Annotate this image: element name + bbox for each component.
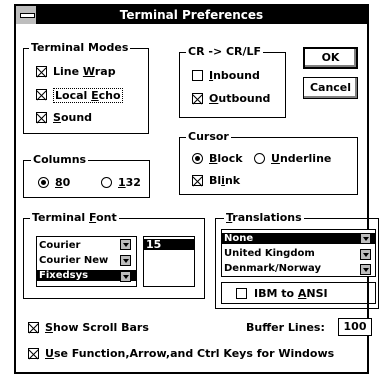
block-radio[interactable]: [192, 153, 203, 164]
ibm-to-ansi-checkbox[interactable]: [236, 288, 247, 299]
window-title: Terminal Preferences: [119, 8, 264, 22]
translations-scroll-down-icon[interactable]: [360, 264, 371, 275]
block-label[interactable]: Block: [209, 152, 243, 165]
buffer-lines-input[interactable]: 100: [338, 318, 372, 336]
cancel-button[interactable]: Cancel: [303, 77, 358, 99]
translation-option-selected[interactable]: None: [222, 233, 375, 244]
columns-80-label[interactable]: 80: [55, 176, 70, 189]
font-scroll-down-icon[interactable]: [120, 239, 131, 250]
show-scroll-bars-checkbox[interactable]: [28, 322, 39, 333]
ok-button[interactable]: OK: [303, 47, 358, 69]
outbound-label[interactable]: Outbound: [209, 92, 270, 105]
cursor-legend: Cursor: [186, 130, 231, 143]
columns-132-label[interactable]: 132: [118, 176, 141, 189]
terminal-modes-legend: Terminal Modes: [29, 41, 131, 54]
columns-80-radio[interactable]: [38, 177, 49, 188]
translations-scroll-down-icon[interactable]: [360, 249, 371, 260]
line-wrap-checkbox[interactable]: [36, 66, 47, 77]
title-bar: Terminal Preferences: [16, 6, 367, 24]
cursor-group: [179, 137, 358, 195]
translations-scroll-down-icon[interactable]: [360, 233, 371, 244]
translation-option[interactable]: United Kingdom: [222, 248, 375, 259]
buffer-lines-label: Buffer Lines:: [246, 321, 325, 334]
inbound-label[interactable]: Inbound: [209, 69, 260, 82]
ibm-to-ansi-label[interactable]: IBM to ANSI: [254, 287, 328, 300]
translations-listbox[interactable]: None United Kingdom Denmark/Norway: [221, 229, 376, 277]
sound-label[interactable]: Sound: [53, 111, 92, 124]
system-menu-icon[interactable]: [16, 6, 38, 24]
local-echo-checkbox[interactable]: [36, 89, 47, 100]
show-scroll-bars-label[interactable]: Show Scroll Bars: [45, 321, 149, 334]
cr-lf-group: [179, 52, 286, 118]
columns-legend: Columns: [31, 153, 89, 166]
font-size-option-selected[interactable]: 15: [144, 239, 194, 250]
line-wrap-label[interactable]: Line Wrap: [53, 65, 116, 78]
blink-label[interactable]: Blink: [209, 174, 240, 187]
cr-lf-legend: CR -> CR/LF: [186, 45, 264, 58]
translations-legend: Translations: [224, 211, 304, 224]
sound-checkbox[interactable]: [36, 112, 47, 123]
inbound-checkbox[interactable]: [192, 70, 203, 81]
font-size-listbox[interactable]: 15: [143, 236, 195, 287]
outbound-checkbox[interactable]: [192, 93, 203, 104]
use-function-keys-label[interactable]: Use Function,Arrow,and Ctrl Keys for Win…: [45, 347, 334, 360]
local-echo-label[interactable]: Local Echo: [53, 88, 123, 103]
columns-132-radio[interactable]: [101, 177, 112, 188]
blink-checkbox[interactable]: [192, 175, 203, 186]
font-scroll-down-icon[interactable]: [120, 271, 131, 282]
font-scroll-down-icon[interactable]: [120, 255, 131, 266]
use-function-keys-checkbox[interactable]: [28, 348, 39, 359]
translation-option[interactable]: Denmark/Norway: [222, 263, 375, 274]
underline-label[interactable]: Underline: [271, 152, 331, 165]
terminal-font-legend: Terminal Font: [30, 211, 119, 224]
underline-radio[interactable]: [254, 153, 265, 164]
